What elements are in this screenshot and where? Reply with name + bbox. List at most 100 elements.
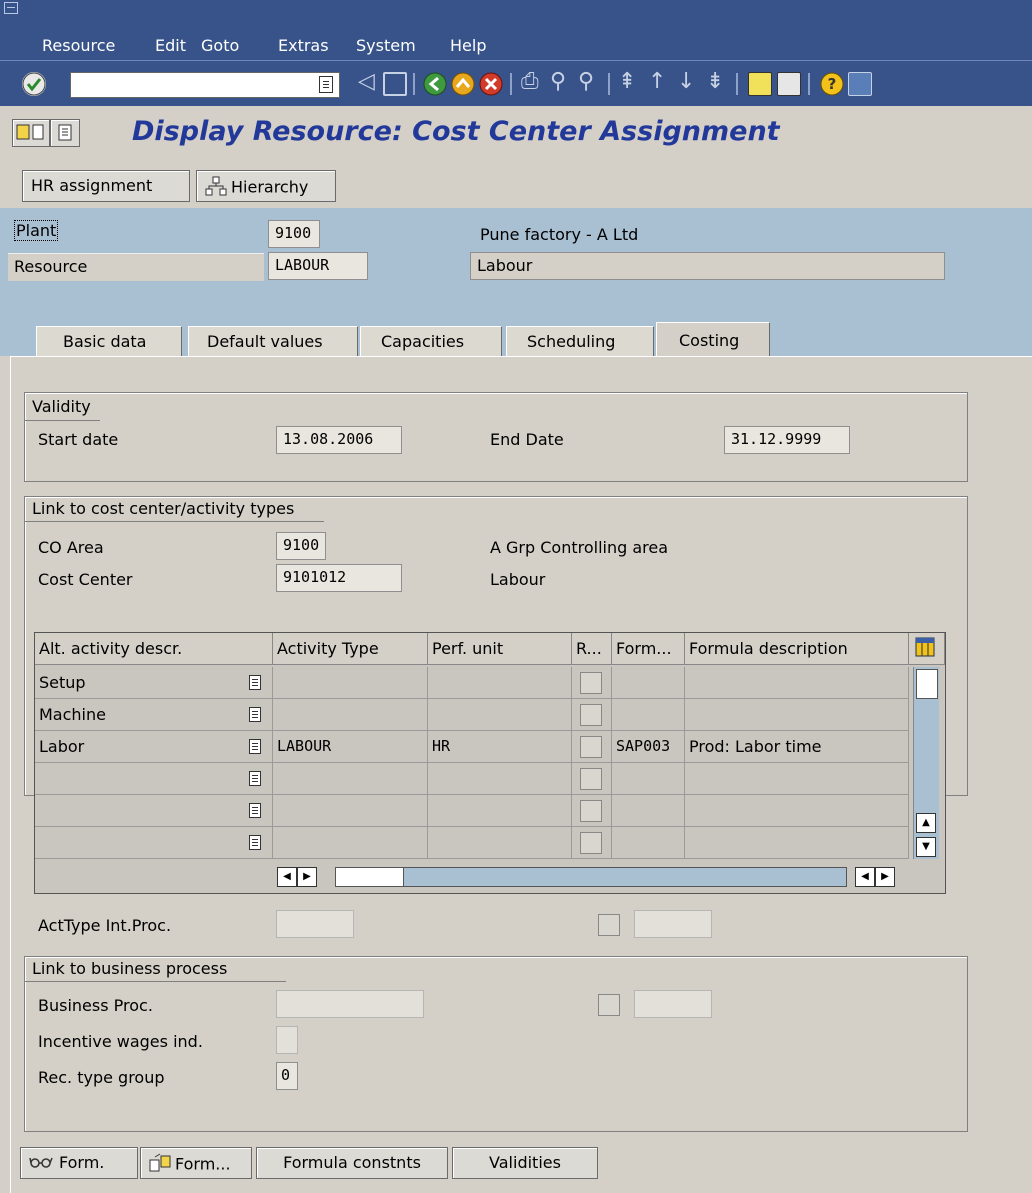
- table-cell[interactable]: [273, 763, 428, 795]
- scroll-up-icon[interactable]: ▲: [916, 813, 936, 833]
- plant-field[interactable]: 9100: [268, 220, 320, 248]
- table-cell[interactable]: Prod: Labor time: [685, 731, 909, 763]
- end-date-field[interactable]: 31.12.9999: [724, 426, 850, 454]
- acttype-int-proc-checkbox[interactable]: [598, 914, 620, 936]
- scroll-down-icon[interactable]: ▼: [916, 837, 936, 857]
- horizontal-scrollbar[interactable]: [335, 867, 847, 887]
- column-header-activity-type[interactable]: Activity Type: [273, 633, 428, 665]
- menu-help[interactable]: Help: [450, 36, 486, 55]
- table-cell[interactable]: SAP003: [612, 731, 685, 763]
- table-cell[interactable]: [273, 699, 428, 731]
- other-object-icon[interactable]: [12, 119, 50, 147]
- table-cell[interactable]: HR: [428, 731, 572, 763]
- column-header-alt-activity[interactable]: Alt. activity descr.: [35, 633, 273, 665]
- table-cell[interactable]: Labor: [35, 731, 273, 763]
- table-cell[interactable]: [428, 827, 572, 859]
- row-checkbox[interactable]: [580, 768, 602, 790]
- exit-icon[interactable]: [451, 72, 475, 96]
- table-cell[interactable]: LABOUR: [273, 731, 428, 763]
- table-cell[interactable]: [35, 827, 273, 859]
- table-cell[interactable]: [572, 667, 612, 699]
- row-checkbox[interactable]: [580, 800, 602, 822]
- print-icon[interactable]: ⎙: [521, 70, 539, 94]
- menu-edit[interactable]: Edit: [155, 36, 186, 55]
- co-area-field[interactable]: 9100: [276, 532, 326, 560]
- table-cell[interactable]: [685, 699, 909, 731]
- scroll-left-icon[interactable]: ◀: [277, 867, 297, 887]
- save-icon[interactable]: [383, 72, 407, 96]
- table-cell[interactable]: [685, 795, 909, 827]
- rec-type-group-field[interactable]: 0: [276, 1062, 298, 1090]
- table-cell[interactable]: [572, 699, 612, 731]
- table-cell[interactable]: [612, 763, 685, 795]
- acttype-int-proc-field[interactable]: [276, 910, 354, 938]
- row-checkbox[interactable]: [580, 832, 602, 854]
- hierarchy-button[interactable]: Hierarchy: [196, 170, 336, 202]
- table-cell[interactable]: [273, 795, 428, 827]
- value-help-icon[interactable]: [249, 771, 261, 786]
- acttype-int-proc-extra-field[interactable]: [634, 910, 712, 938]
- columns-scroll-left-icon[interactable]: ◀: [855, 867, 875, 887]
- row-checkbox[interactable]: [580, 672, 602, 694]
- column-header-r[interactable]: R...: [572, 633, 612, 665]
- value-help-icon[interactable]: [249, 707, 261, 722]
- table-cell[interactable]: [572, 827, 612, 859]
- table-cell[interactable]: [35, 795, 273, 827]
- row-checkbox[interactable]: [580, 736, 602, 758]
- table-cell[interactable]: Machine: [35, 699, 273, 731]
- table-cell[interactable]: [612, 827, 685, 859]
- menu-goto[interactable]: Goto: [201, 36, 239, 55]
- incentive-wages-field[interactable]: [276, 1026, 298, 1054]
- enter-icon[interactable]: [22, 72, 46, 96]
- table-cell[interactable]: [685, 667, 909, 699]
- help-icon[interactable]: ?: [820, 72, 844, 96]
- vertical-scroll-thumb[interactable]: [916, 669, 938, 699]
- formula-constants-button[interactable]: Formula constnts: [256, 1147, 448, 1179]
- menu-system[interactable]: System: [356, 36, 416, 55]
- menu-extras[interactable]: Extras: [278, 36, 329, 55]
- create-session-icon[interactable]: [748, 72, 772, 96]
- scroll-right-icon[interactable]: ▶: [297, 867, 317, 887]
- start-date-field[interactable]: 13.08.2006: [276, 426, 402, 454]
- horizontal-scroll-thumb[interactable]: [336, 868, 404, 886]
- table-cell[interactable]: [428, 763, 572, 795]
- back-icon[interactable]: [423, 72, 447, 96]
- system-menu-icon[interactable]: [4, 2, 18, 14]
- display-change-icon[interactable]: [50, 119, 80, 147]
- tab-capacities[interactable]: Capacities: [360, 326, 502, 358]
- value-help-icon[interactable]: [249, 803, 261, 818]
- value-help-icon[interactable]: [249, 835, 261, 850]
- validities-button[interactable]: Validities: [452, 1147, 598, 1179]
- tab-scheduling[interactable]: Scheduling: [506, 326, 654, 358]
- table-settings-icon[interactable]: [909, 633, 945, 665]
- last-page-icon[interactable]: ⇟: [706, 70, 724, 94]
- table-cell[interactable]: [428, 795, 572, 827]
- table-cell[interactable]: [428, 699, 572, 731]
- table-cell[interactable]: [572, 795, 612, 827]
- table-cell[interactable]: [428, 667, 572, 699]
- command-history-icon[interactable]: [319, 76, 333, 93]
- hr-assignment-button[interactable]: HR assignment: [22, 170, 190, 202]
- table-cell[interactable]: [612, 667, 685, 699]
- menu-resource[interactable]: Resource: [42, 36, 115, 55]
- value-help-icon[interactable]: [249, 675, 261, 690]
- layout-menu-icon[interactable]: [848, 72, 872, 96]
- table-cell[interactable]: Setup: [35, 667, 273, 699]
- command-field[interactable]: [70, 72, 340, 98]
- columns-scroll-right-icon[interactable]: ▶: [875, 867, 895, 887]
- column-header-formula[interactable]: Form...: [612, 633, 685, 665]
- formula-edit-button[interactable]: Form...: [140, 1147, 252, 1179]
- business-proc-extra-field[interactable]: [634, 990, 712, 1018]
- first-page-icon[interactable]: ⇞: [618, 70, 636, 94]
- tab-basic-data[interactable]: Basic data: [36, 326, 182, 358]
- table-cell[interactable]: [273, 827, 428, 859]
- back-arrow-icon[interactable]: ◁: [358, 70, 375, 94]
- tab-costing[interactable]: Costing: [656, 322, 770, 358]
- resource-field[interactable]: LABOUR: [268, 252, 368, 280]
- value-help-icon[interactable]: [249, 739, 261, 754]
- formula-button[interactable]: Form.: [20, 1147, 138, 1179]
- column-header-perf-unit[interactable]: Perf. unit: [428, 633, 572, 665]
- table-cell[interactable]: [572, 763, 612, 795]
- cancel-icon[interactable]: [479, 72, 503, 96]
- table-cell[interactable]: [273, 667, 428, 699]
